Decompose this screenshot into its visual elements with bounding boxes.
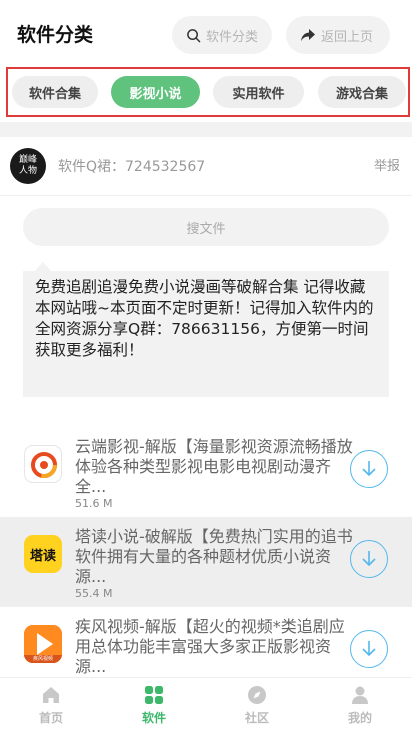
category-tab-bar: 软件合集 影视小说 实用软件 游戏合集 xyxy=(0,62,412,122)
nav-mine-label: 我的 xyxy=(347,711,372,725)
qq-group-text: 软件Q裙：724532567 xyxy=(58,159,206,175)
app-title: 云端影视-解版【海量影视资源流畅播放体验各种类型影视电影电视剧动漫齐全... xyxy=(75,437,353,496)
app-title: 塔读小说-破解版【免费热门实用的追书软件拥有大量的各种题材优质小说资源... xyxy=(75,527,353,586)
nav-community-label: 社区 xyxy=(244,711,269,725)
home-icon xyxy=(43,687,59,703)
page-title: 软件分类 xyxy=(17,24,94,46)
report-link[interactable]: 举报 xyxy=(374,155,400,174)
tab-utility-software[interactable]: 实用软件 xyxy=(213,76,304,108)
avatar[interactable]: 巅峰 人物 xyxy=(10,148,46,184)
download-button[interactable] xyxy=(350,540,388,578)
content-card: 巅峰 人物 软件Q裙：724532567 举报 搜文件 免费追剧追漫免费小说漫画… xyxy=(0,137,412,677)
compass-icon xyxy=(248,686,266,704)
back-button-label: 返回上页 xyxy=(321,29,374,45)
header: 软件分类 软件分类 返回上页 xyxy=(0,0,412,62)
person-icon xyxy=(352,686,368,704)
share-arrow-icon xyxy=(301,28,315,41)
back-button[interactable]: 返回上页 xyxy=(286,16,390,54)
nav-software[interactable]: 软件 xyxy=(109,678,199,732)
app-size: 51.6 M xyxy=(75,497,113,510)
nav-community[interactable]: 社区 xyxy=(212,678,302,732)
nav-mine[interactable]: 我的 xyxy=(315,678,405,732)
jifeng-app-icon: 疾风视频 xyxy=(24,625,62,663)
download-button[interactable] xyxy=(350,450,388,488)
search-icon xyxy=(187,28,201,42)
avatar-text-top: 巅峰 xyxy=(18,155,37,165)
tadu-app-icon: 塔读 xyxy=(24,535,62,573)
announcement-tail xyxy=(35,262,51,271)
avatar-text-bottom: 人物 xyxy=(18,166,37,176)
tab-game-collection[interactable]: 游戏合集 xyxy=(318,76,406,108)
search-button[interactable]: 软件分类 xyxy=(172,16,272,54)
download-button[interactable] xyxy=(350,630,388,668)
app-title: 疾风视频-解版【超火的视频*类追剧应用总体功能丰富强大多家正版影视资源... xyxy=(75,617,345,676)
nav-home-label: 首页 xyxy=(38,711,63,725)
yunduan-app-icon xyxy=(24,445,62,483)
nav-home[interactable]: 首页 xyxy=(6,678,96,732)
download-arrow-icon xyxy=(362,551,376,567)
grid-icon xyxy=(145,686,163,704)
divider xyxy=(0,195,412,196)
tab-software-collection[interactable]: 软件合集 xyxy=(12,76,98,108)
app-list-item[interactable]: 疾风视频 疾风视频-解版【超火的视频*类追剧应用总体功能丰富强大多家正版影视资源… xyxy=(0,607,412,677)
app-list-item[interactable]: 塔读 塔读小说-破解版【免费热门实用的追书软件拥有大量的各种题材优质小说资源..… xyxy=(0,517,412,607)
nav-software-label: 软件 xyxy=(141,711,166,725)
download-arrow-icon xyxy=(362,461,376,477)
app-list-item[interactable]: 云端影视-解版【海量影视资源流畅播放体验各种类型影视电影电视剧动漫齐全... 5… xyxy=(0,427,412,517)
announcement-text: 免费追剧追漫免费小说漫画等破解合集 记得收藏本网站哦~本页面不定时更新！记得加入… xyxy=(23,271,389,397)
jifeng-icon-text: 疾风视频 xyxy=(32,656,53,662)
search-button-label: 软件分类 xyxy=(206,29,259,45)
file-search-input[interactable]: 搜文件 xyxy=(23,208,389,246)
bottom-nav: 首页 软件 社区 我的 xyxy=(0,677,412,732)
app-size: 55.4 M xyxy=(75,587,113,600)
tab-video-novels[interactable]: 影视小说 xyxy=(111,76,200,108)
download-arrow-icon xyxy=(362,641,376,657)
